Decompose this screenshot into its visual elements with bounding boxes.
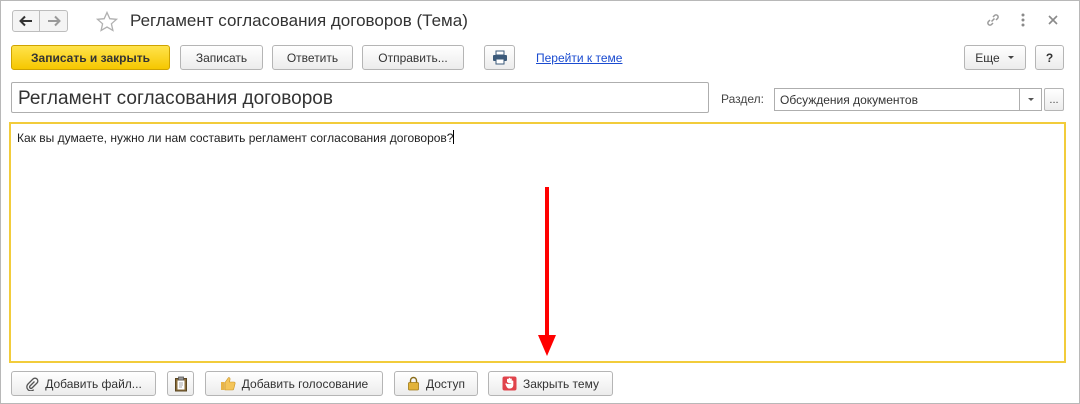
go-to-topic-link[interactable]: Перейти к теме [536, 51, 622, 65]
access-button[interactable]: Доступ [394, 371, 478, 396]
add-file-button[interactable]: Добавить файл... [11, 371, 156, 396]
chevron-down-icon [1007, 56, 1014, 59]
window-controls [985, 12, 1061, 28]
add-voting-label: Добавить голосование [241, 376, 369, 391]
send-button[interactable]: Отправить... [362, 45, 464, 70]
message-body-text: Как вы думаете, нужно ли нам составить р… [17, 131, 454, 145]
add-voting-button[interactable]: Добавить голосование [205, 371, 383, 396]
save-button[interactable]: Записать [180, 45, 263, 70]
back-button[interactable] [12, 10, 40, 32]
topic-form-window: Регламент согласования договоров (Тема) … [0, 0, 1080, 404]
favorite-button[interactable] [95, 10, 119, 37]
more-menu-button[interactable]: Еще [964, 45, 1026, 70]
section-select-button[interactable]: ... [1044, 88, 1064, 111]
paste-button[interactable] [167, 371, 194, 396]
forward-button[interactable] [40, 10, 68, 32]
star-icon [95, 10, 119, 32]
clipboard-icon [174, 376, 187, 391]
navigation-group [12, 10, 68, 32]
save-and-close-button[interactable]: Записать и закрыть [11, 45, 170, 70]
arrow-right-icon [47, 15, 61, 27]
section-dropdown-button[interactable] [1020, 88, 1042, 111]
close-topic-label: Закрыть тему [523, 376, 599, 391]
section-label: Раздел: [721, 92, 764, 106]
link-button[interactable] [985, 12, 1001, 28]
page-title: Регламент согласования договоров (Тема) [130, 11, 468, 30]
print-button[interactable] [484, 45, 515, 70]
thumbs-up-icon [220, 377, 236, 391]
close-button[interactable] [1045, 12, 1061, 28]
stop-hand-icon [502, 376, 517, 391]
section-field[interactable]: Обсуждения документов [774, 88, 1020, 111]
lock-icon [408, 376, 419, 391]
arrow-left-icon [19, 15, 32, 27]
text-cursor [453, 130, 455, 144]
link-icon [987, 14, 999, 26]
annotation-arrow-icon [538, 187, 556, 356]
printer-icon [492, 50, 507, 65]
access-label: Доступ [425, 376, 466, 391]
paperclip-icon [26, 377, 39, 391]
more-menu-label: Еще [975, 50, 1000, 65]
more-options-button[interactable] [1015, 12, 1031, 28]
reply-button[interactable]: Ответить [272, 45, 353, 70]
help-button[interactable]: ? [1035, 45, 1064, 70]
close-icon [1048, 15, 1058, 25]
subject-input[interactable]: Регламент согласования договоров [11, 82, 709, 113]
close-topic-button[interactable]: Закрыть тему [488, 371, 613, 396]
chevron-down-icon [1027, 98, 1034, 101]
add-file-label: Добавить файл... [45, 376, 142, 391]
more-vertical-icon [1021, 13, 1025, 27]
